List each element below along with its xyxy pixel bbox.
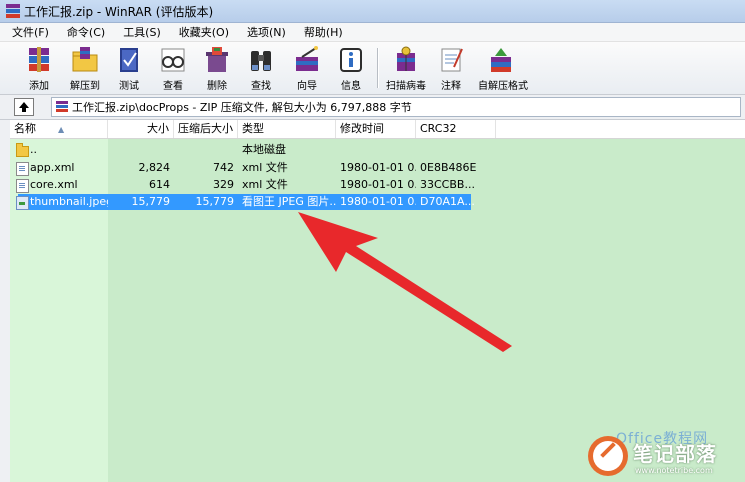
delete-label: 删除 <box>207 81 227 92</box>
up-folder-button[interactable] <box>14 98 34 116</box>
list-item-parent[interactable]: .. 本地磁盘 <box>10 142 745 158</box>
add-button[interactable]: 添加 <box>16 44 62 92</box>
sfx-archive-icon <box>486 45 516 75</box>
menu-commands[interactable]: 命令(C) <box>55 24 111 40</box>
file-type: 本地磁盘 <box>242 143 286 156</box>
file-modified: 1980-01-01 0... <box>340 178 416 191</box>
info-label: 信息 <box>341 81 361 92</box>
header-size[interactable]: 大小 <box>108 120 174 138</box>
extract-button[interactable]: 解压到 <box>62 44 108 92</box>
delete-button[interactable]: 删除 <box>194 44 240 92</box>
info-icon <box>336 45 366 75</box>
info-button[interactable]: 信息 <box>328 44 374 92</box>
view-label: 查看 <box>163 81 183 92</box>
sfx-button[interactable]: 自解压格式 <box>478 44 528 92</box>
list-item-core-xml[interactable]: core.xml 614 329 xml 文件 1980-01-01 0... … <box>10 177 745 193</box>
test-button[interactable]: 测试 <box>106 44 152 92</box>
wizard-button[interactable]: 向导 <box>284 44 330 92</box>
file-modified: 1980-01-01 0... <box>340 161 416 174</box>
sfx-label: 自解压格式 <box>478 81 528 92</box>
file-size: 15,779 <box>131 195 171 208</box>
scan-virus-label: 扫描病毒 <box>386 81 426 92</box>
file-packed-size: 329 <box>213 178 234 191</box>
add-archive-icon <box>24 45 54 75</box>
menu-tools[interactable]: 工具(S) <box>111 24 167 40</box>
file-type: 看图王 JPEG 图片... <box>242 195 336 208</box>
file-type: xml 文件 <box>242 161 288 174</box>
wizard-wand-icon <box>292 45 322 75</box>
find-label: 查找 <box>251 81 271 92</box>
title-bar: 工作汇报.zip - WinRAR (评估版本) <box>0 0 745 23</box>
list-item-app-xml[interactable]: app.xml 2,824 742 xml 文件 1980-01-01 0...… <box>10 160 745 176</box>
menu-favorites[interactable]: 收藏夹(O) <box>167 24 235 40</box>
toolbar: 添加 解压到 测试 查看 删除 查找 向导 信息 扫描病毒 注释 自解压格式 <box>0 42 745 95</box>
header-name[interactable]: 名称 ▲ <box>10 120 108 138</box>
comment-button[interactable]: 注释 <box>428 44 474 92</box>
virus-scan-icon <box>391 45 421 75</box>
winrar-window: 工作汇报.zip - WinRAR (评估版本) 文件(F) 命令(C) 工具(… <box>0 0 745 482</box>
file-packed-size: 15,779 <box>195 195 235 208</box>
archive-icon <box>56 101 68 113</box>
header-crc32[interactable]: CRC32 <box>416 120 496 138</box>
file-crc32: 33CCBB... <box>420 178 475 191</box>
file-name: app.xml <box>30 161 75 174</box>
address-bar: 工作汇报.zip\docProps - ZIP 压缩文件, 解包大小为 6,79… <box>0 95 745 120</box>
menu-help[interactable]: 帮助(H) <box>292 24 349 40</box>
find-button[interactable]: 查找 <box>238 44 284 92</box>
winrar-app-icon <box>6 4 20 18</box>
watermark: Office教程网 笔记部落 www.notetribe.com <box>578 428 745 482</box>
file-size <box>108 142 174 158</box>
file-crc32: D70A1A... <box>420 195 474 208</box>
test-book-icon <box>114 45 144 75</box>
file-type: xml 文件 <box>242 178 288 191</box>
view-button[interactable]: 查看 <box>150 44 196 92</box>
menu-options[interactable]: 选项(N) <box>235 24 292 40</box>
file-packed-size: 742 <box>213 161 234 174</box>
file-crc32 <box>416 142 496 158</box>
toolbar-separator <box>377 48 379 88</box>
file-name: thumbnail.jpeg <box>30 195 108 208</box>
file-modified <box>336 142 416 158</box>
menu-bar: 文件(F) 命令(C) 工具(S) 收藏夹(O) 选项(N) 帮助(H) <box>0 23 745 42</box>
comment-label: 注释 <box>441 81 461 92</box>
header-type[interactable]: 类型 <box>238 120 336 138</box>
file-modified: 1980-01-01 0... <box>340 195 416 208</box>
extract-folder-icon <box>70 45 100 75</box>
file-packed-size <box>174 142 238 158</box>
window-title: 工作汇报.zip - WinRAR (评估版本) <box>24 4 214 19</box>
sort-ascending-icon: ▲ <box>58 125 65 134</box>
scan-virus-button[interactable]: 扫描病毒 <box>383 44 429 92</box>
file-size: 2,824 <box>138 161 171 174</box>
view-glasses-icon <box>158 45 188 75</box>
header-modified[interactable]: 修改时间 <box>336 120 416 138</box>
path-field[interactable]: 工作汇报.zip\docProps - ZIP 压缩文件, 解包大小为 6,79… <box>51 97 741 117</box>
file-name: .. <box>30 143 37 156</box>
test-label: 测试 <box>119 81 139 92</box>
path-text: 工作汇报.zip\docProps - ZIP 压缩文件, 解包大小为 6,79… <box>72 101 412 114</box>
file-name: core.xml <box>30 178 78 191</box>
extract-label: 解压到 <box>70 81 100 92</box>
list-item-thumbnail-jpeg[interactable]: thumbnail.jpeg 15,779 15,779 看图王 JPEG 图片… <box>10 194 745 210</box>
watermark-title: 笔记部落 <box>633 442 717 466</box>
comment-note-icon <box>436 45 466 75</box>
file-crc32: 0E8B486E <box>420 161 477 174</box>
binoculars-icon <box>246 45 276 75</box>
header-packed-size[interactable]: 压缩后大小 <box>174 120 238 138</box>
watermark-url: www.notetribe.com <box>635 466 713 475</box>
wizard-label: 向导 <box>297 81 317 92</box>
menu-file[interactable]: 文件(F) <box>0 24 55 40</box>
column-header: 名称 ▲ 大小 压缩后大小 类型 修改时间 CRC32 <box>10 120 745 139</box>
add-label: 添加 <box>29 81 49 92</box>
file-size: 614 <box>149 178 170 191</box>
delete-bin-icon <box>202 45 232 75</box>
